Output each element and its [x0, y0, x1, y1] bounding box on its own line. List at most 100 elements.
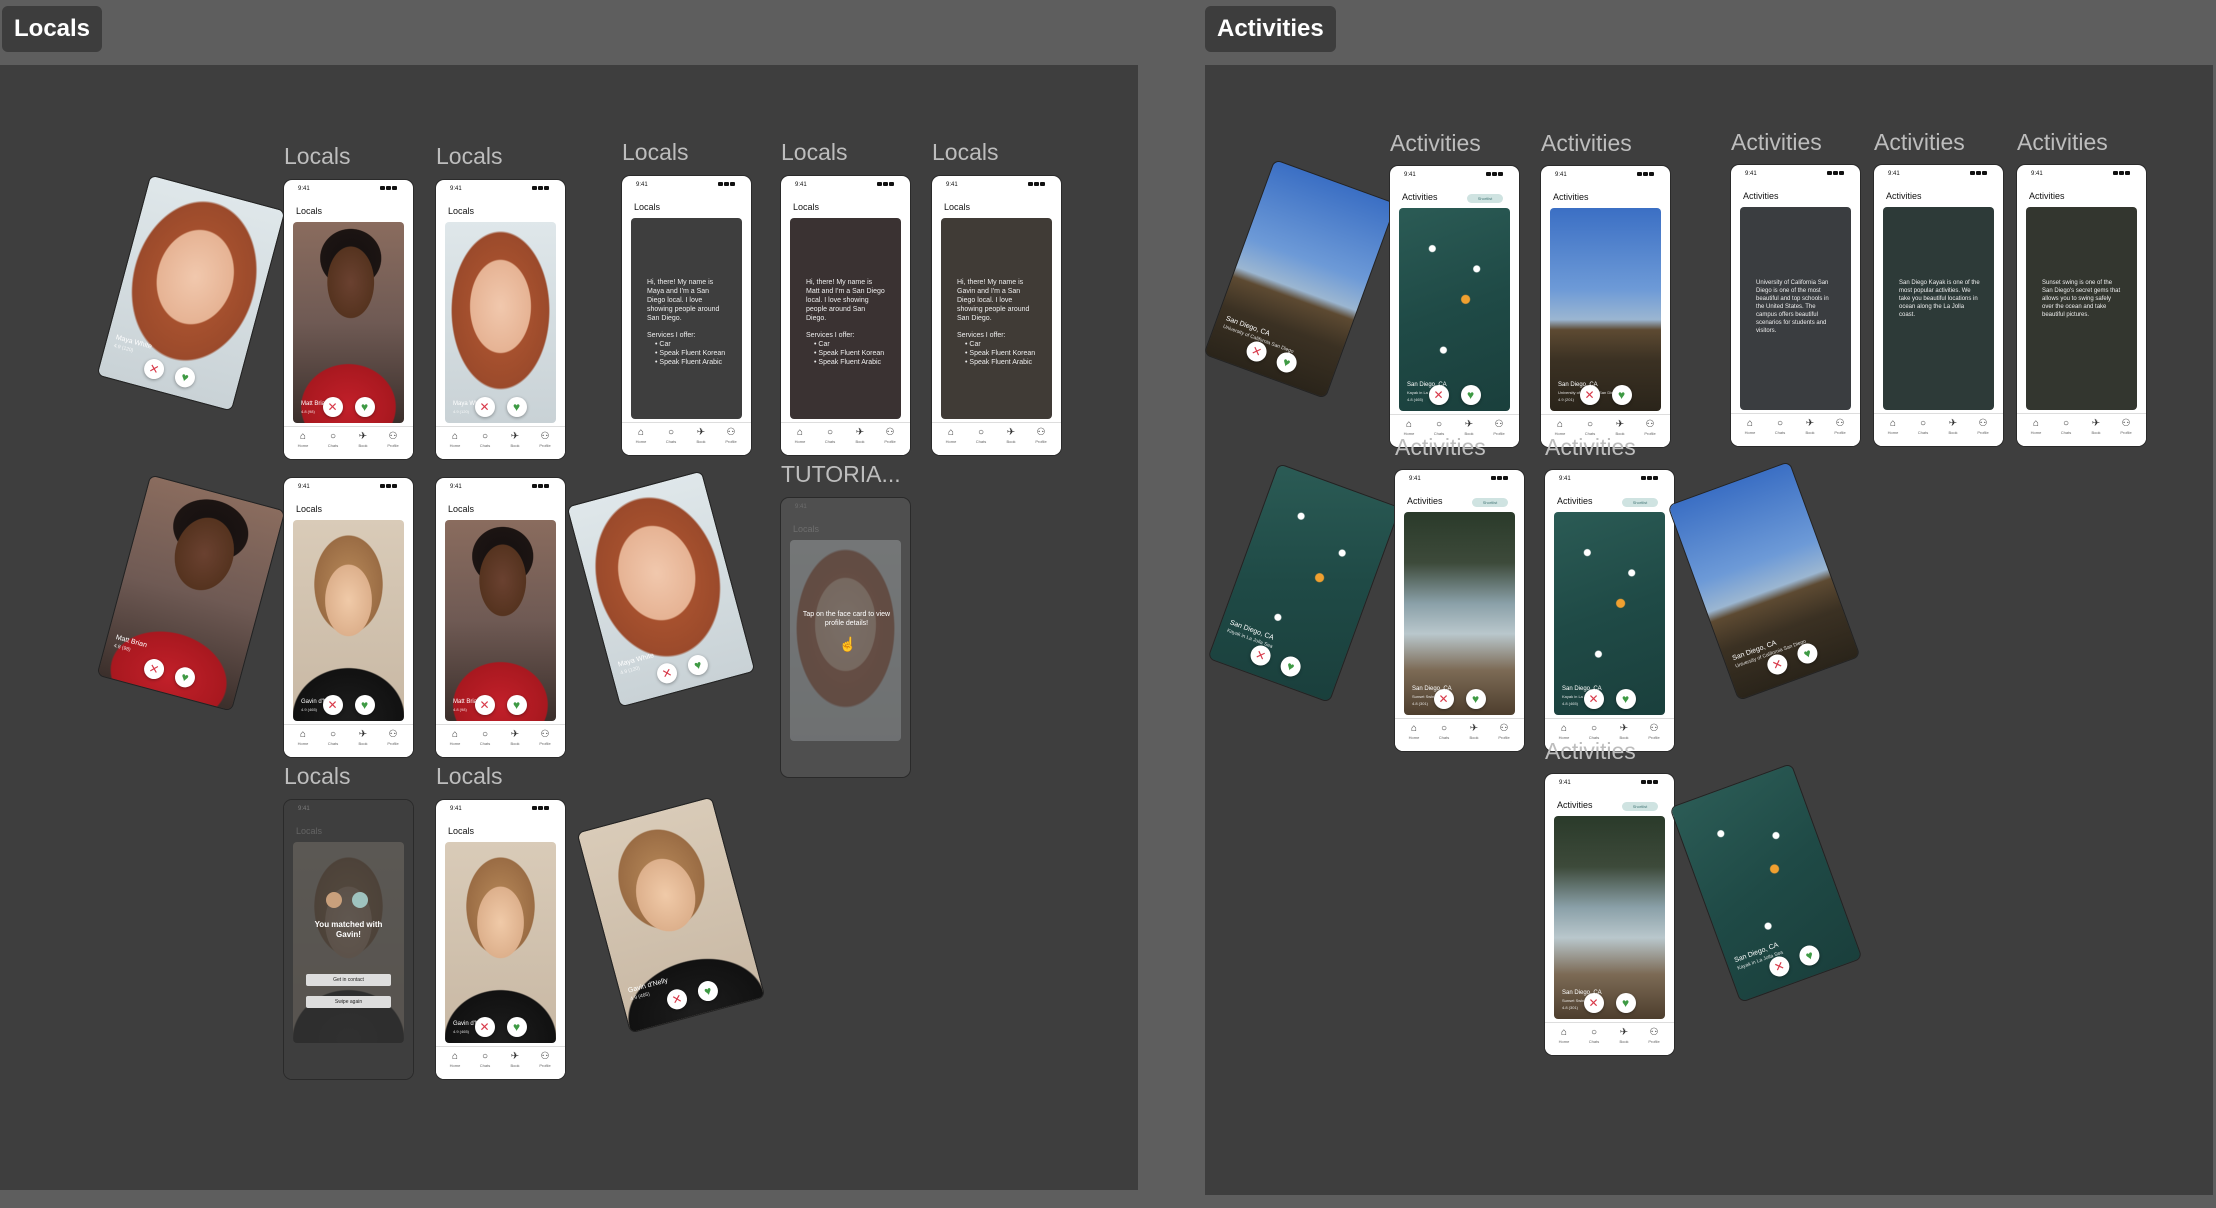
like-button[interactable]: ♥: [1796, 942, 1823, 969]
activity-card[interactable]: San Diego, CA Sunset Swing 4.8 (301): [1404, 512, 1515, 715]
reject-button[interactable]: ✕: [1579, 385, 1600, 405]
bio-card[interactable]: Hi, there! My name is Gavin and I'm a Sa…: [941, 218, 1052, 419]
reject-button[interactable]: ✕: [1428, 385, 1449, 405]
nav-book[interactable]: ✈ Book: [504, 1051, 526, 1068]
like-button[interactable]: ♥: [695, 978, 721, 1004]
nav-home[interactable]: ⌂ Home: [444, 1051, 466, 1068]
like-button[interactable]: ♥: [506, 1017, 527, 1037]
shortlist-chip[interactable]: Shortlist: [1622, 498, 1658, 507]
swipe-again-button[interactable]: Swipe again: [306, 996, 391, 1008]
like-button[interactable]: ♥: [1460, 385, 1481, 405]
nav-profile[interactable]: ⚇ Profile: [534, 1051, 556, 1068]
nav-home[interactable]: ⌂ Home: [444, 431, 466, 448]
nav-chats[interactable]: ○ Chats: [2055, 418, 2077, 435]
nav-profile[interactable]: ⚇ Profile: [1643, 1027, 1665, 1044]
nav-book[interactable]: ✈ Book: [1799, 418, 1821, 435]
nav-profile[interactable]: ⚇ Profile: [1829, 418, 1851, 435]
like-button[interactable]: ♥: [685, 652, 711, 678]
nav-home[interactable]: ⌂ Home: [1882, 418, 1904, 435]
nav-chats[interactable]: ○ Chats: [322, 729, 344, 746]
nav-profile[interactable]: ⚇ Profile: [382, 431, 404, 448]
reject-button[interactable]: ✕: [474, 397, 495, 417]
reject-button[interactable]: ✕: [664, 987, 690, 1012]
like-button[interactable]: ♥: [1615, 993, 1636, 1013]
reject-button[interactable]: ✕: [1583, 689, 1604, 709]
nav-book[interactable]: ✈ Book: [352, 729, 374, 746]
nav-chats[interactable]: ○ Chats: [819, 427, 841, 444]
like-button[interactable]: ♥: [172, 365, 198, 390]
nav-book[interactable]: ✈ Book: [849, 427, 871, 444]
nav-chats[interactable]: ○ Chats: [970, 427, 992, 444]
like-button[interactable]: ♥: [506, 397, 527, 417]
nav-home[interactable]: ⌂ Home: [292, 729, 314, 746]
nav-book[interactable]: ✈ Book: [1463, 723, 1485, 740]
nav-profile[interactable]: ⚇ Profile: [2115, 418, 2137, 435]
nav-book[interactable]: ✈ Book: [690, 427, 712, 444]
activity-card[interactable]: San Diego, CAUniversity of California Sa…: [1550, 208, 1661, 411]
activity-card[interactable]: San Diego, CA Kayak in La Jolla Sea 4.8 (4…: [1554, 512, 1665, 715]
nav-profile[interactable]: ⚇ Profile: [1493, 723, 1515, 740]
nav-chats[interactable]: ○ Chats: [1433, 723, 1455, 740]
nav-chats[interactable]: ○ Chats: [660, 427, 682, 444]
nav-profile[interactable]: ⚇ Profile: [879, 427, 901, 444]
like-button[interactable]: ♥: [506, 695, 527, 715]
nav-chats[interactable]: ○ Chats: [1912, 418, 1934, 435]
like-button[interactable]: ♥: [354, 397, 375, 417]
nav-book[interactable]: ✈ Book: [352, 431, 374, 448]
get-in-contact-button[interactable]: Get in contact: [306, 974, 391, 986]
nav-profile[interactable]: ⚇ Profile: [1030, 427, 1052, 444]
shortlist-chip[interactable]: Shortlist: [1622, 802, 1658, 811]
nav-book[interactable]: ✈ Book: [1000, 427, 1022, 444]
description-card[interactable]: San Diego Kayak is one of the most popul…: [1883, 207, 1994, 410]
nav-book[interactable]: ✈ Book: [1613, 1027, 1635, 1044]
bio-card[interactable]: Hi, there! My name is Matt and I'm a San…: [790, 218, 901, 419]
nav-profile[interactable]: ⚇ Profile: [534, 431, 556, 448]
nav-home[interactable]: ⌂ Home: [1553, 1027, 1575, 1044]
nav-home[interactable]: ⌂ Home: [1403, 723, 1425, 740]
nav-home[interactable]: ⌂ Home: [2025, 418, 2047, 435]
profile-card[interactable]: Gavin d'Nelly 4.9 (465): [445, 842, 556, 1043]
reject-button[interactable]: ✕: [141, 356, 167, 382]
like-button[interactable]: ♥: [1273, 349, 1300, 376]
nav-chats[interactable]: ○ Chats: [474, 431, 496, 448]
like-button[interactable]: ♥: [1611, 385, 1632, 405]
reject-button[interactable]: ✕: [1433, 689, 1454, 709]
nav-profile[interactable]: ⚇ Profile: [1972, 418, 1994, 435]
nav-book[interactable]: ✈ Book: [504, 729, 526, 746]
reject-button[interactable]: ✕: [322, 397, 343, 417]
profile-card[interactable]: Gavin d'Nelly 4.9 (465): [293, 520, 404, 721]
nav-chats[interactable]: ○ Chats: [1769, 418, 1791, 435]
nav-home[interactable]: ⌂ Home: [444, 729, 466, 746]
description-card[interactable]: University of California San Diego is on…: [1740, 207, 1851, 410]
profile-card[interactable]: Maya White 4.9 (120): [445, 222, 556, 423]
nav-home[interactable]: ⌂ Home: [789, 427, 811, 444]
reject-button[interactable]: ✕: [474, 1017, 495, 1037]
nav-profile[interactable]: ⚇ Profile: [382, 729, 404, 746]
profile-card[interactable]: Matt Brian 4.8 (98): [445, 520, 556, 721]
shortlist-chip[interactable]: Shortlist: [1467, 194, 1503, 203]
description-card[interactable]: Sunset swing is one of the San Diego's s…: [2026, 207, 2137, 410]
nav-chats[interactable]: ○ Chats: [1583, 1027, 1605, 1044]
like-button[interactable]: ♥: [172, 665, 198, 690]
activities-section-tab[interactable]: Activities: [1205, 6, 1336, 52]
nav-profile[interactable]: ⚇ Profile: [1639, 419, 1661, 436]
reject-button[interactable]: ✕: [1583, 993, 1604, 1013]
shortlist-chip[interactable]: Shortlist: [1472, 498, 1508, 507]
like-button[interactable]: ♥: [1465, 689, 1486, 709]
nav-home[interactable]: ⌂ Home: [940, 427, 962, 444]
profile-card[interactable]: Matt Brian 4.8 (98): [293, 222, 404, 423]
nav-chats[interactable]: ○ Chats: [474, 1051, 496, 1068]
reject-button[interactable]: ✕: [474, 695, 495, 715]
like-button[interactable]: ♥: [354, 695, 375, 715]
nav-book[interactable]: ✈ Book: [1942, 418, 1964, 435]
nav-profile[interactable]: ⚇ Profile: [1643, 723, 1665, 740]
nav-profile[interactable]: ⚇ Profile: [1488, 419, 1510, 436]
reject-button[interactable]: ✕: [654, 661, 680, 686]
locals-section-tab[interactable]: Locals: [2, 6, 103, 52]
nav-profile[interactable]: ⚇ Profile: [720, 427, 742, 444]
nav-chats[interactable]: ○ Chats: [322, 431, 344, 448]
activity-card[interactable]: San Diego, CA Sunset Swing 4.8 (301): [1554, 816, 1665, 1019]
reject-button[interactable]: ✕: [322, 695, 343, 715]
nav-book[interactable]: ✈ Book: [2085, 418, 2107, 435]
nav-book[interactable]: ✈ Book: [504, 431, 526, 448]
